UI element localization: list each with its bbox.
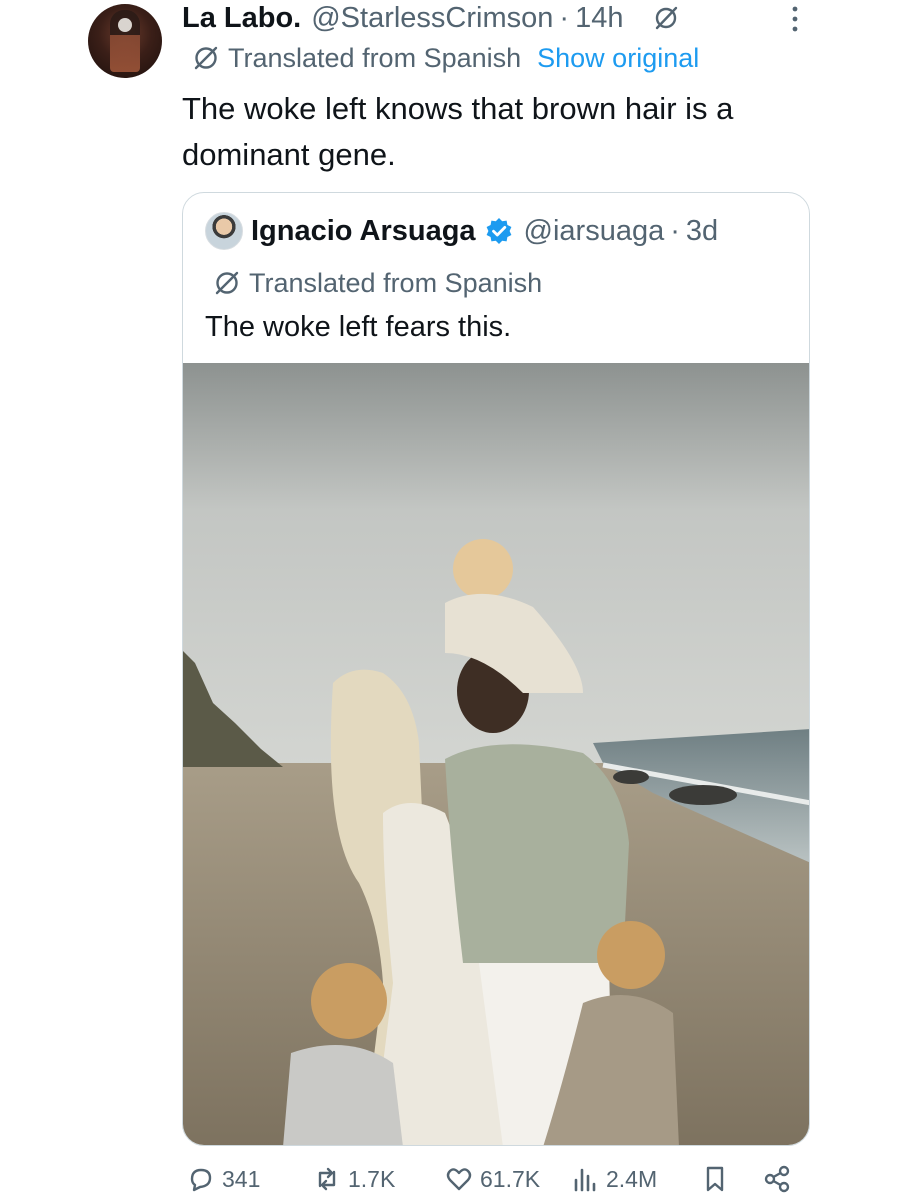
translated-notice: Translated from Spanish Show original [192, 40, 699, 76]
like-button[interactable]: 61.7K [444, 1164, 540, 1194]
reply-count: 341 [222, 1165, 261, 1192]
show-original-link[interactable]: Show original [537, 43, 699, 74]
quote-author-handle[interactable]: @iarsuaga [524, 215, 665, 248]
views-button[interactable]: 2.4M [570, 1164, 657, 1194]
man-sweater [445, 744, 629, 963]
rock [613, 770, 649, 784]
child-left-shirt [283, 1045, 403, 1145]
baby-head [453, 539, 513, 599]
quote-text: The woke left fears this. [205, 311, 512, 343]
share-icon [764, 1165, 790, 1193]
verified-badge-icon [484, 216, 514, 246]
rock [669, 785, 737, 805]
translated-label: Translated from Spanish [228, 42, 522, 73]
share-button[interactable] [762, 1164, 798, 1194]
like-icon [446, 1168, 472, 1191]
child-left-head [311, 963, 387, 1039]
quote-translated-label: Translated from Spanish [249, 267, 543, 298]
bookmark-icon [706, 1166, 724, 1192]
separator-dot: · [559, 1, 570, 34]
tweet-header: La Labo. @StarlessCrimson · 14h [182, 0, 679, 36]
translate-icon [653, 5, 679, 31]
child-right-head [597, 921, 665, 989]
reply-button[interactable]: 341 [186, 1164, 260, 1194]
more-icon[interactable] [788, 4, 802, 34]
quote-photo[interactable] [183, 363, 809, 1145]
quote-header: Ignacio Arsuaga @iarsuaga · 3d [205, 211, 718, 251]
quote-avatar[interactable] [205, 212, 243, 250]
quoted-tweet[interactable]: Ignacio Arsuaga @iarsuaga · 3d Translate… [182, 192, 810, 1146]
action-bar: 341 1.7K 61.7K 2.4M [0, 1160, 900, 1200]
avatar-mark [118, 18, 132, 32]
tweet-time[interactable]: 14h [575, 2, 623, 35]
views-count: 2.4M [606, 1165, 658, 1192]
quote-author-name[interactable]: Ignacio Arsuaga [251, 215, 476, 248]
translate-icon [213, 269, 241, 297]
repost-button[interactable]: 1.7K [312, 1164, 395, 1194]
repost-icon [318, 1167, 336, 1191]
bookmark-button[interactable] [700, 1164, 736, 1194]
author-name[interactable]: La Labo. [182, 2, 301, 35]
quote-time[interactable]: 3d [686, 215, 718, 248]
views-icon [574, 1168, 596, 1192]
separator-dot: · [670, 214, 680, 247]
repost-count: 1.7K [348, 1165, 396, 1192]
translate-icon [192, 44, 220, 72]
tweet-text: The woke left knows that brown hair is a… [182, 91, 734, 172]
like-count: 61.7K [480, 1165, 541, 1192]
quote-translated-notice: Translated from Spanish [213, 263, 542, 303]
author-handle[interactable]: @StarlessCrimson [311, 2, 553, 35]
reply-icon [190, 1168, 212, 1192]
author-avatar[interactable] [88, 4, 162, 78]
